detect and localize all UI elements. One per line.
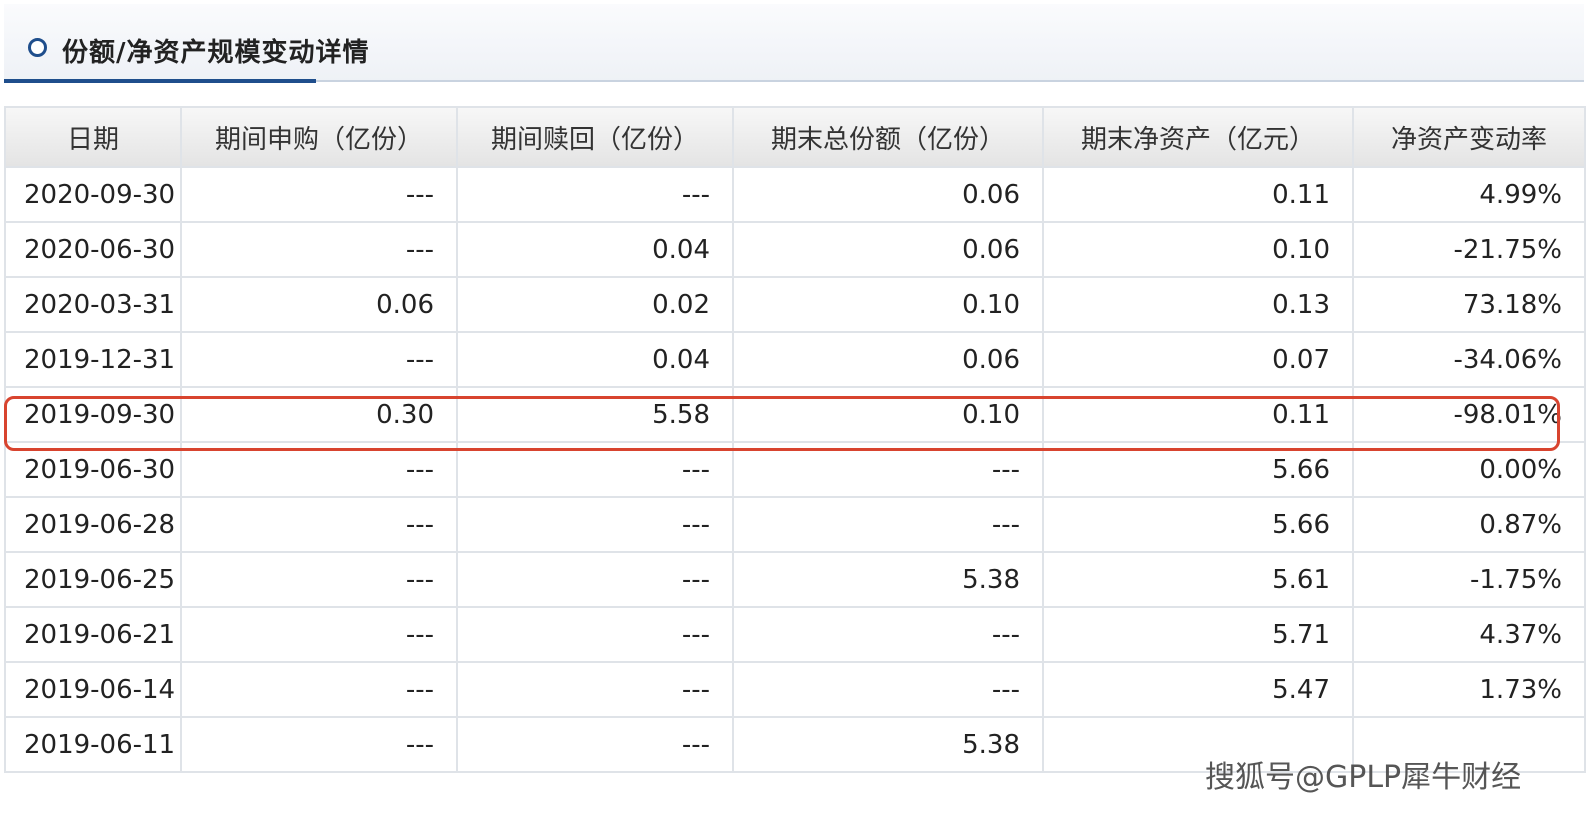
cell-redemption: --- — [456, 551, 734, 608]
cell-net-assets: 0.07 — [1042, 331, 1354, 388]
cell-subscription: --- — [180, 606, 458, 663]
cell-date: 2019-06-14 — [4, 661, 182, 718]
cell-redemption: --- — [456, 441, 734, 498]
cell-net-assets: 5.47 — [1042, 661, 1354, 718]
table-row: 2019-06-28 --- --- --- 5.66 0.87% — [4, 496, 1586, 553]
header-accent-bar — [4, 79, 316, 83]
cell-total-shares: 0.06 — [732, 331, 1044, 388]
cell-net-assets: 5.71 — [1042, 606, 1354, 663]
cell-date: 2019-06-30 — [4, 441, 182, 498]
cell-change-rate: 4.99% — [1352, 166, 1586, 223]
cell-date: 2019-09-30 — [4, 386, 182, 443]
cell-net-assets: 0.10 — [1042, 221, 1354, 278]
header-date: 日期 — [4, 106, 182, 168]
table-row: 2019-06-30 --- --- --- 5.66 0.00% — [4, 441, 1586, 498]
cell-net-assets: 0.11 — [1042, 386, 1354, 443]
cell-total-shares: --- — [732, 441, 1044, 498]
cell-date: 2019-06-21 — [4, 606, 182, 663]
cell-date: 2019-06-11 — [4, 716, 182, 773]
table-row: 2020-09-30 --- --- 0.06 0.11 4.99% — [4, 166, 1586, 223]
cell-redemption: --- — [456, 606, 734, 663]
cell-total-shares: --- — [732, 606, 1044, 663]
panel-header: 份额/净资产规模变动详情 — [4, 4, 1584, 83]
cell-subscription: 0.06 — [180, 276, 458, 333]
cell-subscription: --- — [180, 221, 458, 278]
cell-net-assets: 5.66 — [1042, 441, 1354, 498]
header-subscription: 期间申购（亿份） — [180, 106, 458, 168]
cell-change-rate: 0.00% — [1352, 441, 1586, 498]
cell-date: 2019-06-28 — [4, 496, 182, 553]
cell-subscription: 0.30 — [180, 386, 458, 443]
header-net-assets: 期末净资产（亿元） — [1042, 106, 1354, 168]
cell-net-assets: 0.11 — [1042, 166, 1354, 223]
table-row: 2019-09-30 0.30 5.58 0.10 0.11 -98.01% — [4, 386, 1586, 443]
cell-net-assets: 0.13 — [1042, 276, 1354, 333]
cell-redemption: --- — [456, 496, 734, 553]
cell-total-shares: --- — [732, 496, 1044, 553]
table-header-row: 日期 期间申购（亿份） 期间赎回（亿份） 期末总份额（亿份） 期末净资产（亿元）… — [4, 106, 1586, 168]
header-change-rate: 净资产变动率 — [1352, 106, 1586, 168]
cell-total-shares: 0.06 — [732, 166, 1044, 223]
watermark-text: 搜狐号@GPLP犀牛财经 — [1205, 760, 1522, 795]
header-total-shares: 期末总份额（亿份） — [732, 106, 1044, 168]
table-row: 2020-03-31 0.06 0.02 0.10 0.13 73.18% — [4, 276, 1586, 333]
cell-redemption: 0.04 — [456, 221, 734, 278]
cell-redemption: --- — [456, 661, 734, 718]
cell-redemption: --- — [456, 166, 734, 223]
table-row: 2019-12-31 --- 0.04 0.06 0.07 -34.06% — [4, 331, 1586, 388]
cell-total-shares: 0.06 — [732, 221, 1044, 278]
cell-change-rate: 0.87% — [1352, 496, 1586, 553]
table-row: 2019-06-21 --- --- --- 5.71 4.37% — [4, 606, 1586, 663]
fund-scale-table: 日期 期间申购（亿份） 期间赎回（亿份） 期末总份额（亿份） 期末净资产（亿元）… — [4, 106, 1586, 773]
cell-total-shares: --- — [732, 661, 1044, 718]
cell-redemption: 0.02 — [456, 276, 734, 333]
table-row: 2019-06-14 --- --- --- 5.47 1.73% — [4, 661, 1586, 718]
cell-date: 2019-06-25 — [4, 551, 182, 608]
cell-subscription: --- — [180, 496, 458, 553]
cell-subscription: --- — [180, 716, 458, 773]
cell-redemption: 5.58 — [456, 386, 734, 443]
table-row: 2020-06-30 --- 0.04 0.06 0.10 -21.75% — [4, 221, 1586, 278]
cell-date: 2020-09-30 — [4, 166, 182, 223]
cell-change-rate: -1.75% — [1352, 551, 1586, 608]
cell-date: 2019-12-31 — [4, 331, 182, 388]
cell-change-rate: 4.37% — [1352, 606, 1586, 663]
cell-subscription: --- — [180, 441, 458, 498]
cell-redemption: --- — [456, 716, 734, 773]
cell-subscription: --- — [180, 551, 458, 608]
cell-date: 2020-03-31 — [4, 276, 182, 333]
cell-change-rate: -98.01% — [1352, 386, 1586, 443]
cell-change-rate: 73.18% — [1352, 276, 1586, 333]
cell-change-rate: -34.06% — [1352, 331, 1586, 388]
circle-bullet-icon — [28, 38, 47, 57]
cell-total-shares: 0.10 — [732, 386, 1044, 443]
cell-change-rate: 1.73% — [1352, 661, 1586, 718]
cell-total-shares: 0.10 — [732, 276, 1044, 333]
panel-title: 份额/净资产规模变动详情 — [62, 38, 370, 68]
cell-change-rate: -21.75% — [1352, 221, 1586, 278]
header-redemption: 期间赎回（亿份） — [456, 106, 734, 168]
cell-redemption: 0.04 — [456, 331, 734, 388]
cell-total-shares: 5.38 — [732, 551, 1044, 608]
cell-net-assets: 5.66 — [1042, 496, 1354, 553]
cell-date: 2020-06-30 — [4, 221, 182, 278]
cell-total-shares: 5.38 — [732, 716, 1044, 773]
cell-subscription: --- — [180, 661, 458, 718]
cell-subscription: --- — [180, 331, 458, 388]
table-row: 2019-06-25 --- --- 5.38 5.61 -1.75% — [4, 551, 1586, 608]
cell-subscription: --- — [180, 166, 458, 223]
cell-net-assets: 5.61 — [1042, 551, 1354, 608]
